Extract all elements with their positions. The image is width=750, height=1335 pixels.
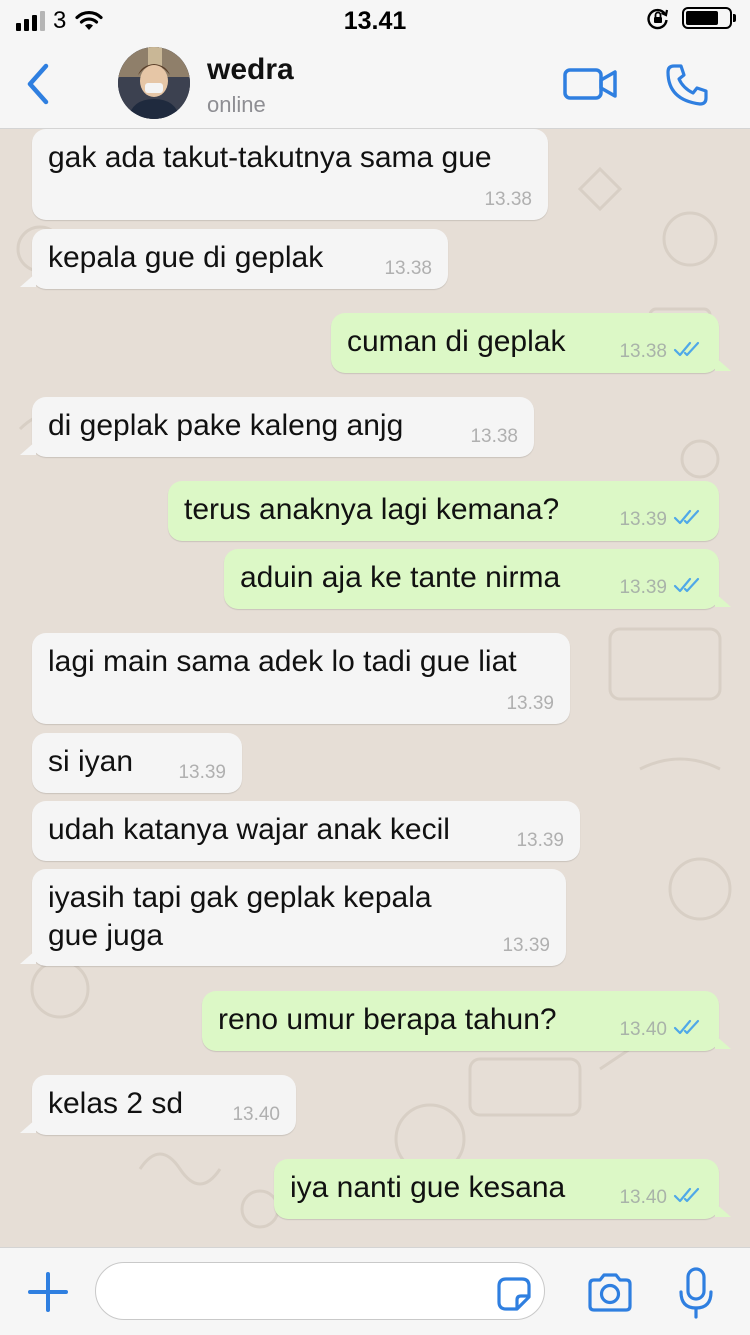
outgoing-message[interactable]: aduin aja ke tante nirma 13.39 [224, 549, 731, 609]
avatar[interactable] [118, 47, 190, 119]
bubble-tail [715, 1203, 731, 1217]
phone-call-icon[interactable] [664, 62, 710, 108]
message-time: 13.40 [232, 1104, 280, 1125]
message-time: 13.39 [502, 935, 550, 956]
contact-status: online [207, 92, 266, 117]
message-meta: 13.38 [384, 259, 432, 279]
plus-icon[interactable] [26, 1270, 70, 1314]
message-time: 13.40 [619, 1186, 667, 1208]
sticker-icon[interactable] [496, 1276, 532, 1312]
outgoing-message[interactable]: reno umur berapa tahun? 13.40 [202, 991, 731, 1051]
message-text: kepala gue di geplak [48, 241, 324, 274]
message-meta: 13.39 [502, 936, 550, 956]
incoming-message[interactable]: udah katanya wajar anak kecil 13.39 [32, 801, 580, 861]
outgoing-message[interactable]: cuman di geplak 13.38 [331, 313, 731, 373]
message-meta: 13.38 [470, 427, 518, 447]
message-meta: 13.40 [619, 1018, 703, 1041]
battery-icon [682, 7, 736, 29]
message-text: di geplak pake kaleng anjg [48, 409, 404, 442]
read-ticks-icon [673, 1018, 703, 1041]
back-icon[interactable] [20, 60, 60, 108]
message-text: lagi main sama adek lo tadi gue liat [48, 645, 517, 678]
chat-area[interactable]: gak ada takut-takutnya sama gue 13.38 kepa… [0, 129, 750, 1247]
message-time: 13.39 [506, 693, 554, 714]
message-time: 13.38 [619, 340, 667, 362]
bubble-tail [715, 593, 731, 607]
message-meta: 13.39 [178, 763, 226, 783]
incoming-message[interactable]: iyasih tapi gak geplak kepala gue juga 13… [20, 869, 566, 966]
status-bar: 3 13.41 [0, 0, 750, 40]
outgoing-message[interactable]: terus anaknya lagi kemana? 13.39 [168, 481, 719, 541]
incoming-message[interactable]: di geplak pake kaleng anjg 13.38 [20, 397, 534, 457]
read-ticks-icon [673, 1186, 703, 1209]
microphone-icon[interactable] [678, 1266, 714, 1320]
video-call-icon[interactable] [562, 64, 618, 104]
chat-header: wedra online [0, 40, 750, 129]
bubble-tail [20, 273, 36, 287]
message-meta: 13.39 [516, 831, 564, 851]
message-time: 13.38 [484, 189, 532, 210]
message-meta: 13.39 [619, 576, 703, 599]
message-text: iyasih tapi gak geplak kepala gue juga [48, 881, 432, 952]
message-meta: 13.39 [506, 694, 554, 714]
message-time: 13.39 [619, 576, 667, 598]
read-ticks-icon [673, 340, 703, 363]
message-text: udah katanya wajar anak kecil [48, 813, 450, 846]
incoming-message[interactable]: kepala gue di geplak 13.38 [20, 229, 448, 289]
message-time: 13.39 [516, 830, 564, 851]
message-meta: 13.38 [484, 190, 532, 210]
message-meta: 13.39 [619, 508, 703, 531]
message-time: 13.39 [178, 762, 226, 783]
composer-bar [0, 1247, 750, 1335]
bubble-tail [715, 1035, 731, 1049]
outgoing-message[interactable]: iya nanti gue kesana 13.40 [274, 1159, 731, 1219]
contact-name[interactable]: wedra [207, 53, 294, 87]
camera-icon[interactable] [586, 1270, 634, 1314]
message-meta: 13.38 [619, 340, 703, 363]
message-meta: 13.40 [232, 1105, 280, 1125]
incoming-message[interactable]: gak ada takut-takutnya sama gue 13.38 [32, 129, 548, 220]
message-time: 13.38 [470, 426, 518, 447]
incoming-message[interactable]: si iyan 13.39 [32, 733, 242, 793]
bubble-tail [20, 441, 36, 455]
read-ticks-icon [673, 508, 703, 531]
bubble-tail [715, 357, 731, 371]
message-time: 13.40 [619, 1018, 667, 1040]
message-time: 13.38 [384, 258, 432, 279]
read-ticks-icon [673, 576, 703, 599]
incoming-message[interactable]: kelas 2 sd 13.40 [20, 1075, 296, 1135]
message-input[interactable] [95, 1262, 545, 1320]
orientation-lock-icon [647, 8, 669, 30]
bubble-tail [20, 1119, 36, 1133]
bubble-tail [20, 950, 36, 964]
message-time: 13.39 [619, 508, 667, 530]
message-text: gak ada takut-takutnya sama gue [48, 141, 492, 174]
status-time: 13.41 [343, 7, 407, 35]
incoming-message[interactable]: lagi main sama adek lo tadi gue liat 13.3… [32, 633, 570, 724]
message-meta: 13.40 [619, 1186, 703, 1209]
